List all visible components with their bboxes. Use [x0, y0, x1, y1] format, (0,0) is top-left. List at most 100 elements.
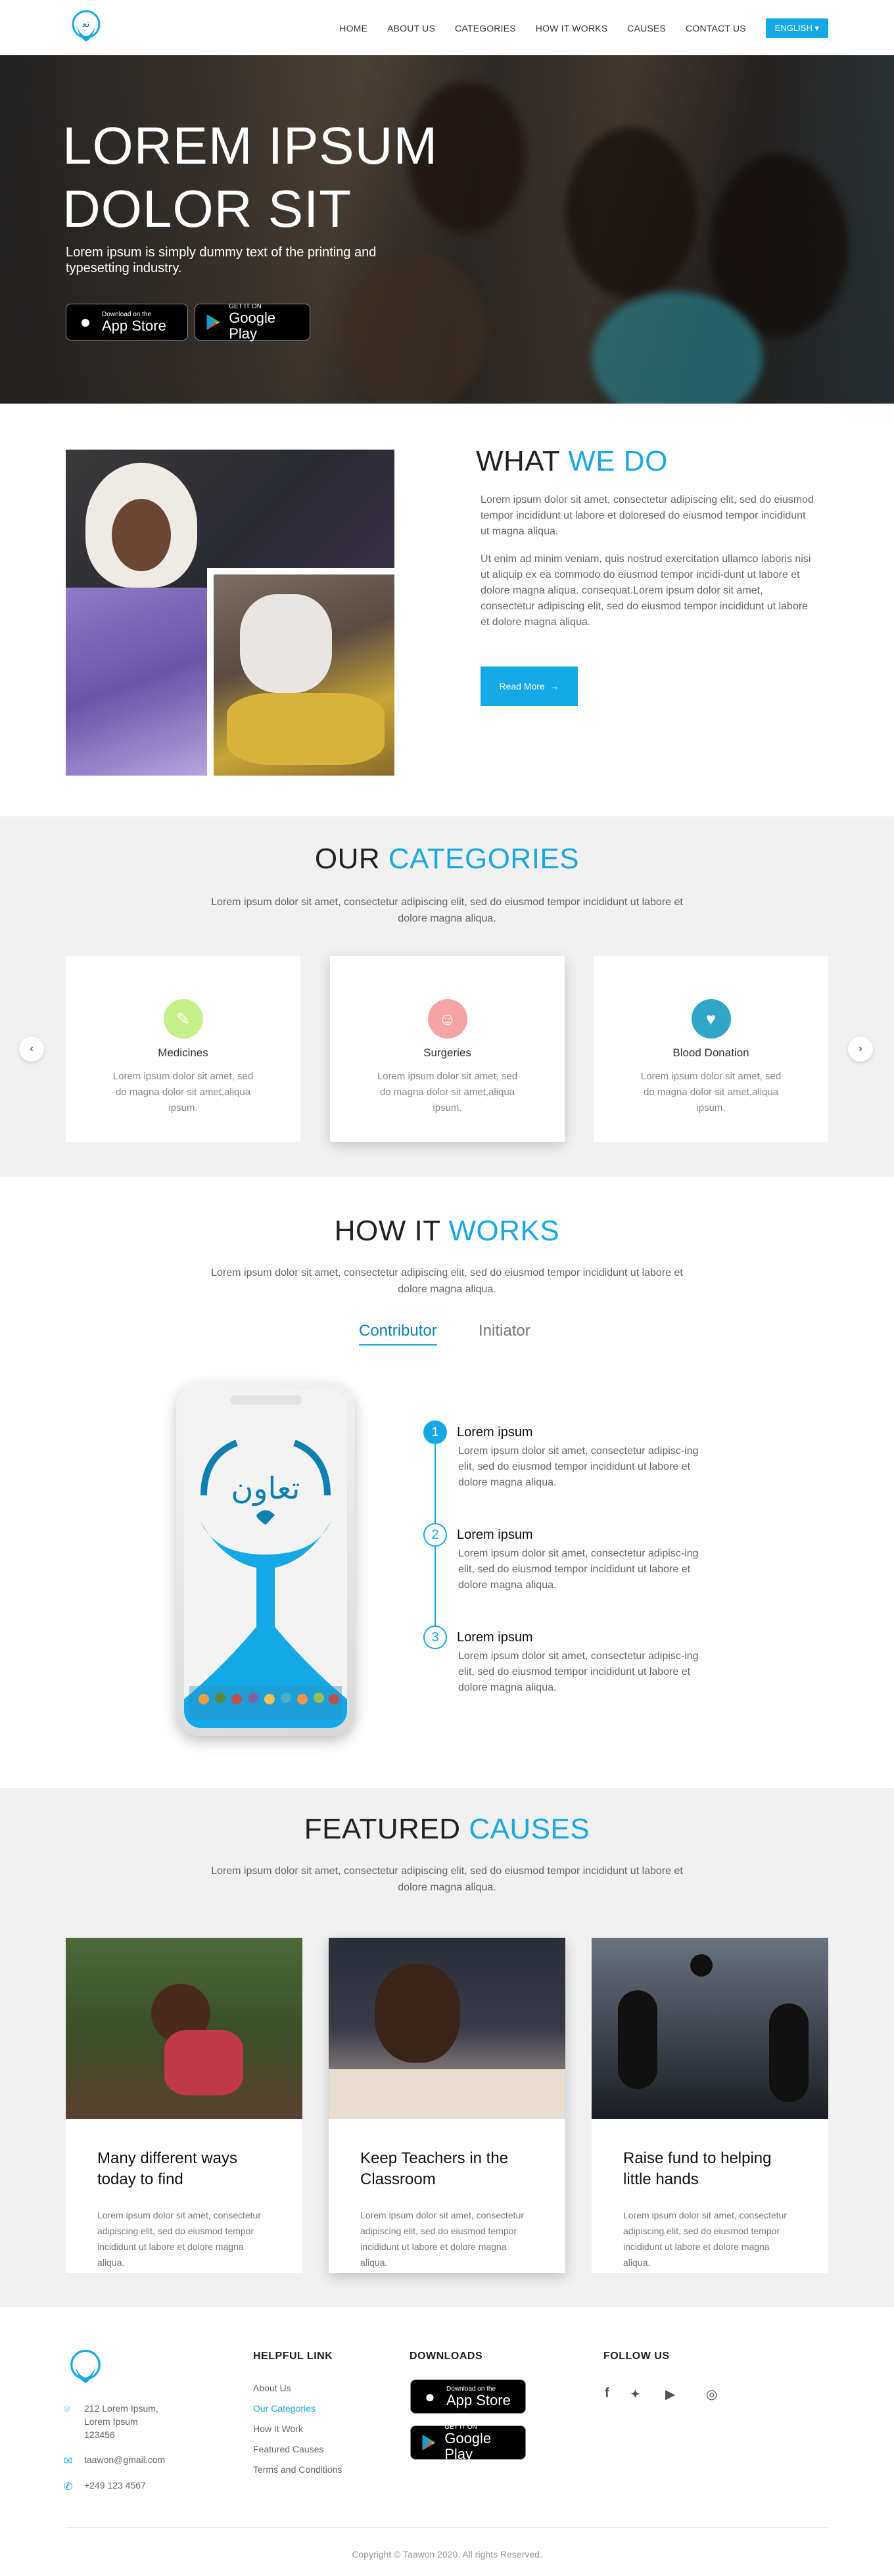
category-card[interactable]: ♥ Blood Donation Lorem ipsum dolor sit a…	[594, 956, 828, 1142]
footer: ⌾ 212 Lorem Ipsum, Lorem Ipsum 123456 ✉ …	[0, 2307, 894, 2576]
how-it-works-section: HOW IT WORKS Lorem ipsum dolor sit amet,…	[0, 1177, 894, 1788]
twitter-icon[interactable]: ✦	[630, 2386, 641, 2402]
nav-categories[interactable]: CATEGORIES	[455, 23, 516, 34]
carousel-next-button[interactable]: ›	[848, 1037, 873, 1062]
footer-app-store-button[interactable]: ● Download on the App Store	[410, 2379, 526, 2414]
footer-link-categories[interactable]: Our Categories	[253, 2403, 316, 2414]
title-part-a: WHAT	[476, 445, 560, 477]
student-shape	[375, 1964, 460, 2063]
chevron-down-icon: ▾	[814, 23, 819, 33]
category-card[interactable]: ✎ Medicines Lorem ipsum dolor sit amet, …	[66, 956, 300, 1142]
nav-how-it-works[interactable]: HOW IT WORKS	[536, 23, 607, 34]
google-play-icon	[206, 314, 220, 330]
footer-divider	[66, 2527, 828, 2528]
what-we-do-section: WHAT WE DO Lorem ipsum dolor sit amet, c…	[0, 404, 894, 816]
tab-contributor[interactable]: Contributor	[359, 1322, 437, 1346]
carousel-prev-button[interactable]: ‹	[19, 1037, 44, 1062]
blood-donation-icon: ♥	[691, 999, 731, 1039]
ball-shape	[690, 1954, 713, 1977]
google-play-big: Google Play	[229, 309, 276, 342]
email-icon: ✉	[64, 2456, 73, 2467]
location-icon: ⌾	[64, 2404, 70, 2415]
top-nav: ﺗﻌ HOME ABOUT US CATEGORIES HOW IT WORKS…	[0, 0, 894, 55]
app-store-text: Download on the App Store	[102, 311, 166, 334]
title-part-b: CATEGORIES	[388, 843, 580, 875]
step-desc: Lorem ipsum dolor sit amet, consectetur …	[458, 1445, 699, 1488]
footer-link-how-it-work[interactable]: How It Work	[253, 2424, 303, 2434]
footer-google-play-button[interactable]: GET IT ON Google Play	[410, 2424, 526, 2462]
nav-about[interactable]: ABOUT US	[387, 23, 435, 34]
google-play-button[interactable]: GET IT ON Google Play	[195, 303, 310, 342]
categories-title: OUR CATEGORIES	[0, 843, 894, 876]
youtube-icon[interactable]: ▶	[665, 2386, 675, 2402]
follow-us-heading: FOLLOW US	[603, 2351, 670, 2362]
step-title: Lorem ipsum	[457, 1528, 533, 1542]
volunteer-photo	[207, 568, 394, 776]
google-play-small: GET IT ON	[444, 2423, 477, 2431]
helpful-link-heading: HELPFUL LINK	[253, 2351, 333, 2362]
footer-link-about[interactable]: About Us	[253, 2383, 291, 2393]
category-name: Medicines	[158, 1046, 208, 1059]
footer-address: 212 Lorem Ipsum, Lorem Ipsum 123456	[84, 2403, 158, 2440]
cause-desc: Lorem ipsum dolor sit amet, consectetur …	[360, 2210, 524, 2268]
cause-card[interactable]: Many different ways today to find Lorem …	[66, 1938, 302, 2273]
google-play-icon	[422, 2435, 436, 2450]
notebook-shape	[329, 2069, 565, 2119]
hero-subtitle: Lorem ipsum is simply dummy text of the …	[66, 245, 377, 275]
cause-image-gardening	[66, 1938, 302, 2119]
surgeon-icon: ☺	[427, 999, 467, 1039]
shirt-shape	[164, 2030, 243, 2096]
phone-notch	[230, 1395, 302, 1405]
step-number: 2	[423, 1523, 447, 1547]
facebook-icon[interactable]: f	[605, 2386, 609, 2401]
logo[interactable]: ﺗﻌ	[66, 7, 106, 48]
app-store-big: App Store	[446, 2391, 511, 2408]
read-more-button[interactable]: Read More →	[481, 667, 578, 706]
nav-links: HOME ABOUT US CATEGORIES HOW IT WORKS CA…	[319, 18, 828, 38]
girl-dress-shape	[66, 588, 207, 776]
footer-link-causes[interactable]: Featured Causes	[253, 2444, 323, 2454]
what-we-do-p1: Lorem ipsum dolor sit amet, consectetur …	[481, 494, 814, 537]
title-part-a: FEATURED	[304, 1813, 461, 1845]
nav-causes[interactable]: CAUSES	[627, 23, 666, 34]
cause-card[interactable]: Raise fund to helping little hands Lorem…	[592, 1938, 828, 2273]
cause-desc: Lorem ipsum dolor sit amet, consectetur …	[97, 2210, 261, 2268]
step-number: 3	[423, 1626, 447, 1649]
step-title: Lorem ipsum	[457, 1425, 533, 1440]
app-logo-illustration: ﺗﻌﺎون	[184, 1440, 347, 1728]
categories-subtitle: Lorem ipsum dolor sit amet, consectetur …	[211, 897, 683, 924]
chevron-left-icon: ‹	[30, 1043, 34, 1054]
title-part-a: HOW IT	[334, 1215, 440, 1247]
language-dropdown[interactable]: ENGLISH ▾	[765, 18, 828, 38]
cause-card[interactable]: Keep Teachers in the Classroom Lorem ips…	[329, 1938, 565, 2273]
step-number: 1	[423, 1420, 447, 1444]
footer-phone[interactable]: +249 123 4567	[84, 2479, 146, 2492]
category-card[interactable]: ☺ Surgeries Lorem ipsum dolor sit amet, …	[330, 956, 565, 1142]
causes-title: FEATURED CAUSES	[0, 1813, 894, 1846]
google-play-text: GET IT ON Google Play	[444, 2424, 516, 2462]
footer-link-terms[interactable]: Terms and Conditions	[253, 2464, 342, 2475]
title-part-a: OUR	[314, 843, 381, 875]
cause-desc: Lorem ipsum dolor sit amet, consectetur …	[623, 2210, 787, 2268]
cause-title: Raise fund to helping little hands	[623, 2149, 772, 2188]
language-label: ENGLISH	[774, 23, 812, 33]
category-name: Blood Donation	[672, 1046, 749, 1059]
title-part-b: CAUSES	[469, 1813, 590, 1845]
apple-icon: ●	[425, 2387, 435, 2406]
app-store-small: Download on the	[102, 310, 152, 318]
footer-email[interactable]: taawon@gmail.com	[84, 2453, 165, 2466]
footer-logo[interactable]	[64, 2347, 107, 2390]
instagram-icon[interactable]: ◎	[706, 2386, 717, 2402]
chevron-right-icon: ›	[859, 1043, 862, 1054]
google-play-text: GET IT ON Google Play	[229, 303, 300, 342]
hero-crowd-image	[565, 128, 697, 298]
nav-home[interactable]: HOME	[339, 23, 367, 34]
causes-subtitle: Lorem ipsum dolor sit amet, consectetur …	[211, 1865, 683, 1893]
app-store-button[interactable]: ● Download on the App Store	[66, 304, 188, 340]
categories-section: OUR CATEGORIES Lorem ipsum dolor sit ame…	[0, 816, 894, 1177]
tab-initiator[interactable]: Initiator	[479, 1322, 530, 1340]
nav-contact[interactable]: CONTACT US	[686, 23, 746, 34]
girl-face-shape	[112, 499, 171, 571]
category-name: Surgeries	[423, 1046, 471, 1059]
cause-image-volleyball	[592, 1938, 828, 2119]
